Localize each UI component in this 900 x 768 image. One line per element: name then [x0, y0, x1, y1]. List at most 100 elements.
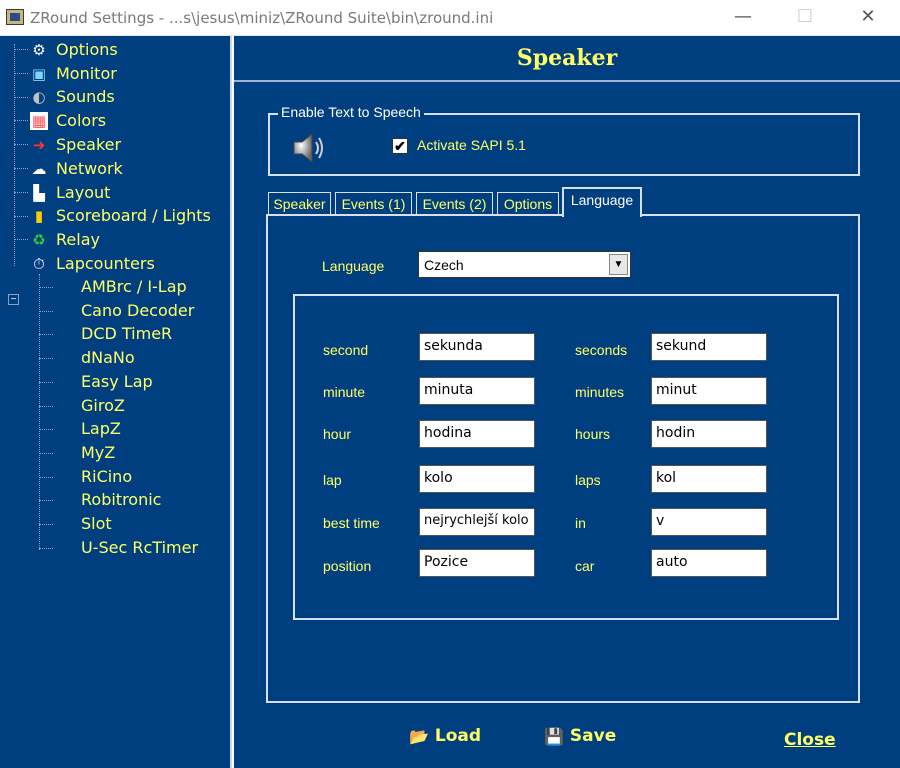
tree-connector — [39, 500, 53, 501]
speaker-icon — [293, 132, 323, 164]
tree-connector — [14, 49, 28, 50]
tree-subitem-myz[interactable]: MyZ — [81, 443, 115, 462]
tree-connector — [39, 524, 53, 525]
input-lap[interactable]: kolo — [419, 465, 535, 493]
input-hour[interactable]: hodina — [419, 420, 535, 448]
tree-subitem-dnano[interactable]: dNaNo — [81, 348, 135, 367]
chevron-down-icon[interactable]: ▼ — [609, 254, 628, 275]
tree-subitem-robitronic[interactable]: Robitronic — [81, 490, 161, 509]
tree-item-label: Scoreboard / Lights — [56, 206, 211, 225]
language-select[interactable]: Czech ▼ — [418, 251, 631, 278]
tree-connector — [39, 287, 53, 288]
speaker-icon: ◐ — [32, 88, 46, 106]
monitor-icon: ▣ — [31, 65, 47, 83]
input-minute[interactable]: minuta — [419, 377, 535, 405]
tree-item-label: Speaker — [56, 135, 122, 154]
tree-connector — [14, 144, 28, 145]
label-best-time: best time — [323, 515, 380, 531]
save-button[interactable]: 💾 Save — [544, 726, 616, 752]
label-lap: lap — [323, 472, 342, 488]
maximize-button[interactable]: ☐ — [782, 0, 828, 36]
tree-connector — [39, 406, 53, 407]
tree-connector — [39, 382, 53, 383]
app-icon — [6, 9, 24, 25]
label-position: position — [323, 558, 372, 574]
language-label: Language — [322, 258, 385, 274]
tree-connector — [39, 477, 53, 478]
sapi-checkbox[interactable]: ✔ — [392, 138, 408, 154]
input-hours[interactable]: hodin — [651, 420, 767, 448]
groupbox-legend: Enable Text to Speech — [278, 104, 424, 120]
tree-item-label: Network — [56, 159, 123, 178]
floppy-disk-icon: 💾 — [544, 727, 564, 746]
collapse-toggle[interactable]: − — [8, 294, 19, 305]
tree-connector — [39, 358, 53, 359]
palette-icon: ▦ — [30, 112, 48, 130]
panel-header: Speaker — [234, 36, 900, 82]
tab-events-1[interactable]: Events (1) — [335, 192, 412, 216]
gear-icon: ⚙ — [32, 41, 46, 59]
label-hours: hours — [575, 426, 611, 442]
tree-connector — [14, 97, 28, 98]
tree-subitem-ambrc[interactable]: AMBrc / I-Lap — [81, 277, 187, 296]
tree-item-label: Options — [56, 40, 118, 59]
tree-connector — [39, 274, 40, 550]
tree-item-label: Layout — [56, 183, 111, 202]
relay-icon: ♻ — [32, 231, 46, 249]
traffic-light-icon: ▮ — [34, 207, 44, 225]
tree-subitem-u-sec-rctimer[interactable]: U-Sec RcTimer — [81, 538, 198, 557]
label-laps: laps — [575, 472, 601, 488]
tab-language[interactable]: Language — [562, 187, 642, 217]
tree-subitem-easy-lap[interactable]: Easy Lap — [81, 372, 153, 391]
tree-connector — [14, 168, 28, 169]
save-button-label: Save — [569, 726, 617, 746]
label-minutes: minutes — [575, 384, 625, 400]
settings-tree[interactable]: ⚙ Options ▣ Monitor ◐ Sounds ▦ Colors ➜ … — [0, 36, 232, 768]
sapi-checkbox-label[interactable]: Activate SAPI 5.1 — [417, 137, 526, 153]
tree-connector — [14, 73, 28, 74]
input-second[interactable]: sekunda — [419, 333, 535, 361]
tree-subitem-dcd-timer[interactable]: DCD TimeR — [81, 324, 172, 343]
close-button-label: Close — [784, 730, 836, 750]
load-button-label: Load — [434, 726, 482, 746]
label-seconds: seconds — [575, 342, 628, 358]
label-second: second — [323, 342, 369, 358]
window-title: ZRound Settings - ...s\jesus\miniz\ZRoun… — [30, 9, 494, 27]
input-minutes[interactable]: minut — [651, 377, 767, 405]
page-title: Speaker — [516, 45, 618, 71]
tree-connector — [39, 548, 53, 549]
tree-item-label: Sounds — [56, 87, 115, 106]
arrow-right-icon: ➜ — [32, 136, 46, 154]
input-best-time[interactable]: nejrychlejší kolo — [419, 508, 535, 536]
tree-connector — [39, 429, 53, 430]
tree-item-label: Lapcounters — [56, 254, 155, 273]
tree-subitem-slot[interactable]: Slot — [81, 514, 112, 533]
close-button[interactable]: Close — [784, 730, 836, 756]
tree-connector — [39, 334, 53, 335]
settings-panel: Speaker Enable Text to Speech ✔ Activate… — [234, 36, 900, 768]
tree-connector — [39, 311, 53, 312]
label-minute: minute — [323, 384, 366, 400]
label-in: in — [575, 515, 586, 531]
input-car[interactable]: auto — [651, 549, 767, 577]
layout-icon: ▙ — [33, 184, 45, 202]
tab-options[interactable]: Options — [497, 192, 559, 216]
tree-connector — [14, 120, 28, 121]
tree-subitem-giroz[interactable]: GiroZ — [81, 396, 125, 415]
tree-item-label: Monitor — [56, 64, 117, 83]
input-laps[interactable]: kol — [651, 465, 767, 493]
load-button[interactable]: 📂 Load — [409, 726, 481, 752]
title-bar: ZRound Settings - ...s\jesus\miniz\ZRoun… — [0, 0, 900, 36]
minimize-button[interactable]: — — [720, 0, 766, 36]
input-seconds[interactable]: sekund — [651, 333, 767, 361]
label-car: car — [575, 558, 595, 574]
tree-connector — [39, 453, 53, 454]
tab-events-2[interactable]: Events (2) — [416, 192, 493, 216]
close-window-button[interactable]: ✕ — [845, 0, 891, 36]
tree-subitem-cano-decoder[interactable]: Cano Decoder — [81, 301, 194, 320]
input-position[interactable]: Pozice — [419, 549, 535, 577]
tree-subitem-lapz[interactable]: LapZ — [81, 419, 121, 438]
tab-speaker[interactable]: Speaker — [268, 192, 331, 216]
input-in[interactable]: v — [651, 508, 767, 536]
tree-subitem-ricino[interactable]: RiCino — [81, 467, 132, 486]
